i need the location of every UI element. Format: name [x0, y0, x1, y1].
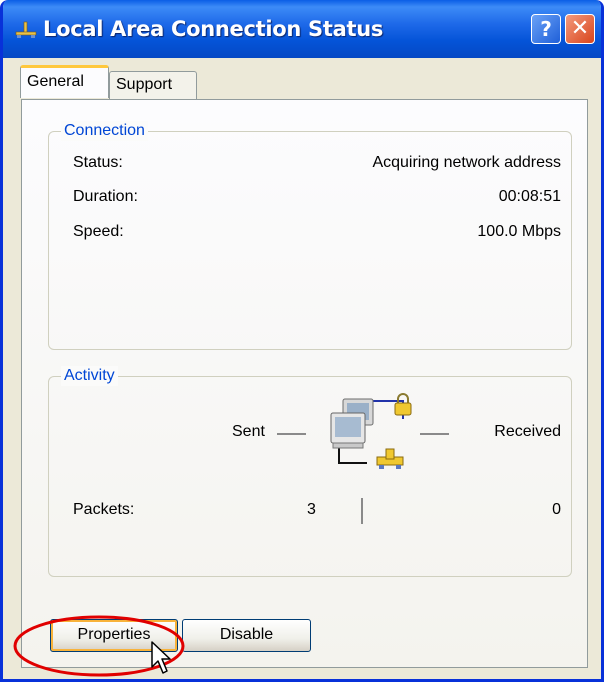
- status-label: Status:: [73, 154, 123, 171]
- mouse-pointer-icon: [151, 641, 171, 674]
- tab-support[interactable]: Support: [109, 71, 197, 99]
- duration-label: Duration:: [73, 188, 138, 205]
- disable-button[interactable]: Disable: [182, 619, 311, 652]
- status-value: Acquiring network address: [372, 154, 561, 171]
- packets-label: Packets:: [73, 501, 135, 518]
- packets-received-value: 0: [552, 501, 561, 518]
- general-tab-panel: Connection Status: Acquiring network add…: [21, 99, 588, 668]
- sent-label: Sent: [232, 423, 265, 440]
- connection-group: Connection Status: Acquiring network add…: [48, 121, 572, 350]
- packets-sent-value: 3: [307, 501, 316, 518]
- close-icon: ✕: [570, 16, 590, 41]
- window-title: Local Area Connection Status: [43, 17, 384, 41]
- duration-value: 00:08:51: [498, 188, 561, 205]
- received-line: [420, 433, 449, 435]
- title-bar[interactable]: Local Area Connection Status ? ✕: [3, 0, 601, 58]
- speed-label: Speed:: [73, 223, 124, 240]
- received-label: Received: [494, 423, 561, 440]
- activity-group: Activity Sent Received Packets: 3 0: [48, 366, 572, 577]
- help-button[interactable]: ?: [531, 14, 561, 44]
- close-button[interactable]: ✕: [565, 14, 595, 44]
- connection-group-label: Connection: [61, 121, 148, 141]
- network-computers-lock-icon: [330, 393, 412, 469]
- status-window: Local Area Connection Status ? ✕ General…: [0, 0, 604, 682]
- activity-group-label: Activity: [61, 366, 118, 386]
- sent-line: [277, 433, 306, 435]
- tab-general[interactable]: General: [20, 65, 109, 98]
- packets-divider: [361, 498, 363, 524]
- speed-value: 100.0 Mbps: [477, 223, 561, 240]
- network-connection-icon: [15, 21, 37, 38]
- help-icon: ?: [540, 17, 552, 41]
